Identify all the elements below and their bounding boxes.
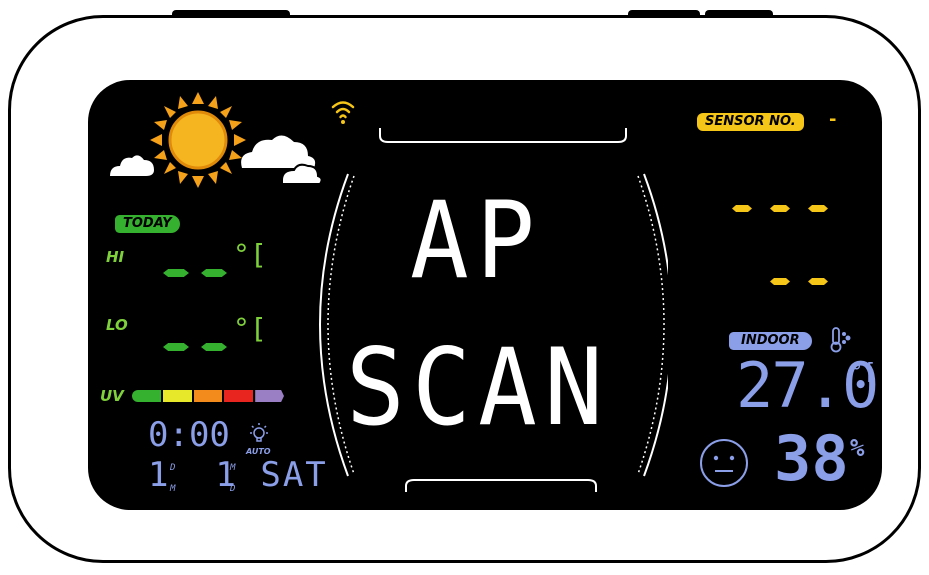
uv-level-moderate bbox=[162, 390, 192, 402]
date-label-day-2: D bbox=[230, 484, 236, 494]
uv-level-very-high bbox=[224, 390, 254, 402]
date-label-month-2: M bbox=[230, 463, 236, 473]
humidity-unit: % bbox=[850, 434, 865, 462]
uv-level-extreme bbox=[255, 390, 284, 402]
date-label-day: D bbox=[170, 463, 176, 473]
outdoor-humidity-dash bbox=[808, 278, 828, 285]
lo-label: LO bbox=[106, 316, 128, 334]
sensor-no-value: - bbox=[829, 109, 837, 130]
outdoor-humidity-dash bbox=[770, 278, 790, 285]
today-label: TODAY bbox=[115, 215, 180, 233]
neutral-face-icon bbox=[700, 439, 748, 487]
uv-level-low bbox=[132, 390, 161, 402]
indoor-humidity: 38 bbox=[774, 422, 849, 495]
hi-label: HI bbox=[106, 248, 125, 266]
outdoor-temp-dash bbox=[770, 205, 790, 212]
sensor-no-label: SENSOR NO. bbox=[697, 113, 804, 131]
lightbulb-icon[interactable] bbox=[248, 422, 270, 448]
indoor-temp-unit: °[ bbox=[850, 360, 877, 385]
clock-time: 0:00 bbox=[148, 415, 230, 455]
outdoor-temp-dash bbox=[732, 205, 752, 212]
lo-temp-dash bbox=[163, 343, 189, 351]
hi-temp-dash bbox=[201, 269, 227, 277]
hi-temp-unit: °[ bbox=[233, 238, 267, 271]
date-label-month: M bbox=[170, 484, 176, 494]
hi-temp-dash bbox=[163, 269, 189, 277]
uv-scale bbox=[132, 390, 284, 402]
outdoor-temp-dash bbox=[808, 205, 828, 212]
main-display-line2: SCAN bbox=[346, 326, 611, 449]
lo-temp-dash bbox=[201, 343, 227, 351]
uv-level-high bbox=[193, 390, 223, 402]
lo-temp-unit: °[ bbox=[233, 312, 267, 345]
indoor-label: INDOOR bbox=[729, 332, 812, 350]
lcd-screen: AP SCAN SENSOR NO. - TODAY HI LO °[ °[ U… bbox=[88, 80, 882, 510]
uv-label: UV bbox=[100, 387, 124, 405]
main-display-line1: AP bbox=[410, 179, 543, 302]
